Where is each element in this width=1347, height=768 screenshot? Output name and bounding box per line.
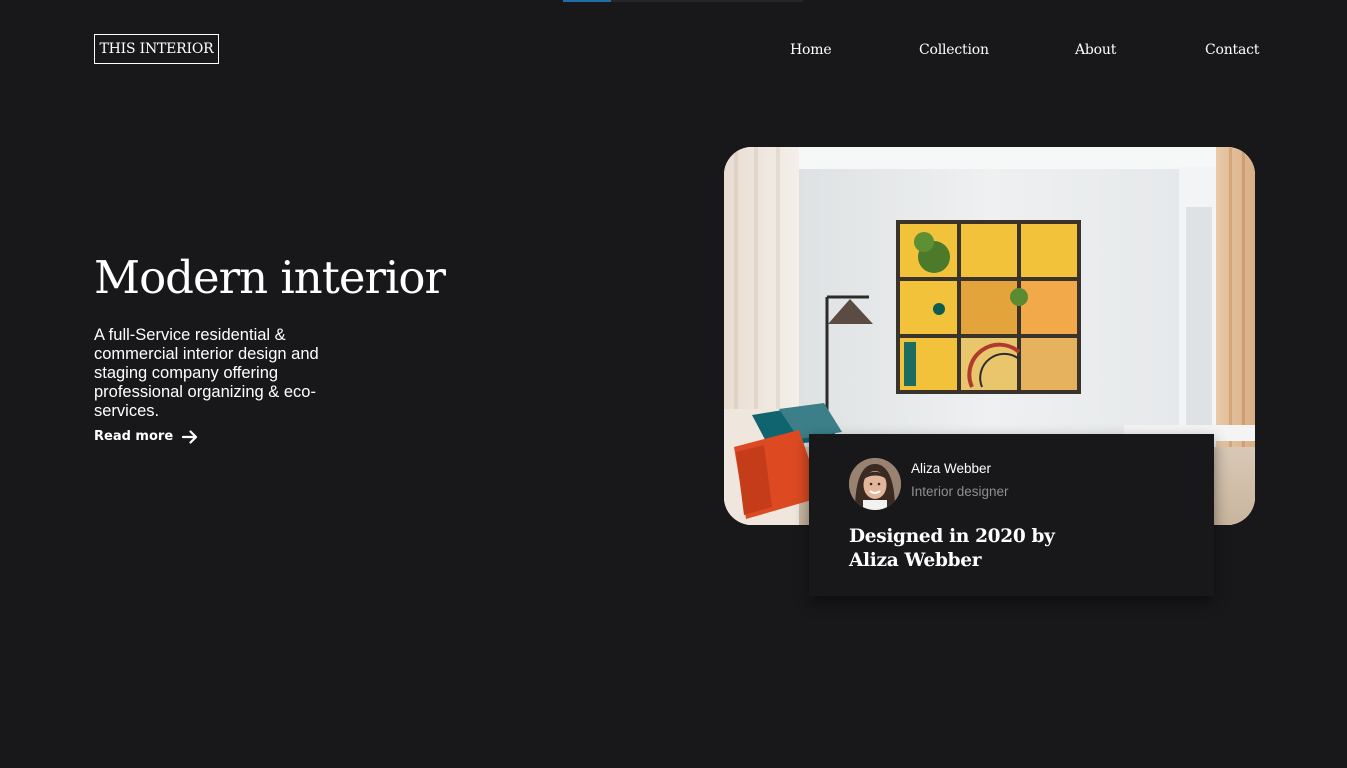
carousel-indicator: [563, 0, 803, 2]
author-role: Interior designer: [911, 484, 1009, 499]
read-more-link[interactable]: Read more: [94, 428, 198, 446]
carousel-indicator-active: [563, 0, 611, 2]
card-title: Designed in 2020 by Aliza Webber: [849, 526, 1055, 571]
arrow-right-icon: [182, 430, 198, 444]
read-more-label: Read more: [94, 429, 174, 444]
author-name: Aliza Webber: [911, 461, 992, 476]
designer-avatar: [849, 458, 901, 510]
hero-title: Modern interior: [94, 251, 446, 304]
logo[interactable]: THIS INTERIOR: [94, 34, 219, 64]
designer-card: Aliza Webber Interior designer Designed …: [809, 434, 1214, 596]
nav-about[interactable]: About: [1075, 40, 1116, 60]
nav-collection[interactable]: Collection: [919, 40, 989, 60]
nav-home[interactable]: Home: [790, 40, 832, 60]
hero-description: A full-Service residential & commercial …: [94, 326, 319, 420]
nav-contact[interactable]: Contact: [1205, 40, 1259, 60]
